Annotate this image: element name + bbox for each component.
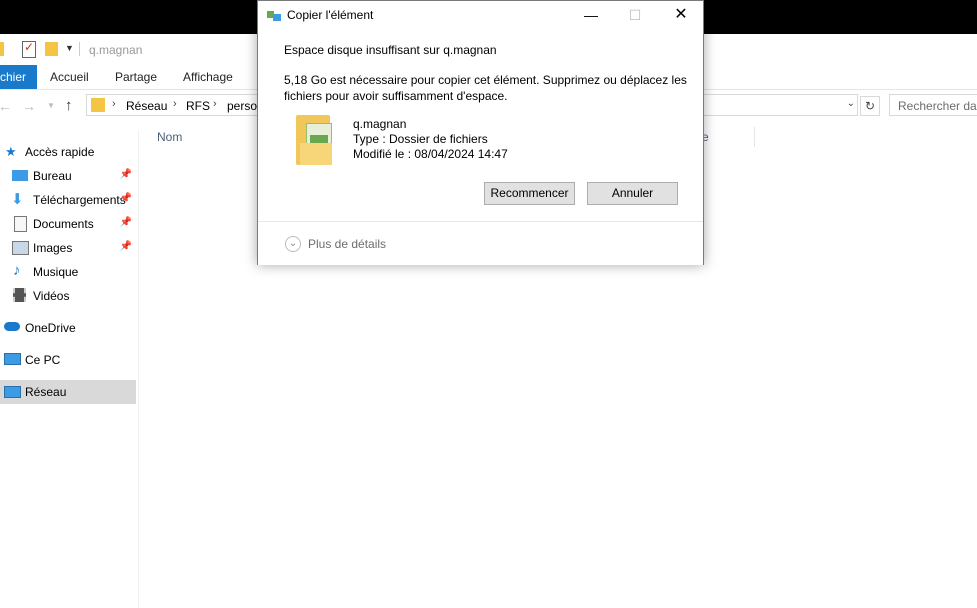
tab-affichage[interactable]: Affichage [183,70,233,84]
computer-icon [4,353,21,365]
recent-locations-icon[interactable]: ▼ [47,101,55,110]
item-name: q.magnan [353,117,407,131]
sidebar-item-telechargements[interactable]: ⬇ Téléchargements 📌 [0,189,136,211]
cloud-icon [4,322,20,331]
search-input[interactable]: Rechercher dan [889,94,977,116]
column-header-name[interactable]: Nom [157,130,182,144]
copy-dialog: Copier l'élément — ☐ ✕ Espace disque ins… [257,0,704,265]
chevron-right-icon: › [213,98,217,110]
sidebar-item-ce-pc[interactable]: Ce PC [0,349,136,371]
navigation-pane: ★ Accès rapide Bureau 📌 ⬇ Téléchargement… [0,130,139,608]
minimize-button[interactable]: — [568,1,614,29]
expand-details-button[interactable]: ⌄ [285,236,301,252]
pictures-icon [12,241,29,255]
film-icon [13,288,26,302]
chevron-down-icon[interactable]: ⌄ [847,98,855,109]
dialog-message-line2: fichiers pour avoir suffisamment d'espac… [284,89,508,103]
sidebar-item-images[interactable]: Images 📌 [0,237,136,259]
dialog-message-line1: 5,18 Go est nécessaire pour copier cet é… [284,73,687,87]
close-button[interactable]: ✕ [658,1,704,29]
breadcrumb-perso[interactable]: perso [227,99,257,113]
sidebar-item-label: Documents [33,217,94,231]
item-type: Type : Dossier de fichiers [353,132,488,146]
tab-accueil[interactable]: Accueil [50,70,89,84]
customize-toolbar-icon[interactable]: ▼ [65,43,74,53]
pin-icon[interactable]: 📌 [120,193,132,204]
sidebar-item-label: Accès rapide [25,145,95,159]
maximize-button: ☐ [628,7,642,23]
chevron-right-icon: › [112,98,116,110]
breadcrumb-rfs[interactable]: RFS [186,99,210,113]
sidebar-item-label: Réseau [25,385,67,399]
pin-icon[interactable]: 📌 [120,169,132,180]
dialog-heading: Espace disque insuffisant sur q.magnan [284,43,497,57]
dialog-title: Copier l'élément [287,8,374,22]
sidebar-item-label: OneDrive [25,321,76,335]
sidebar-item-videos[interactable]: Vidéos [0,285,136,307]
details-bar: ⌄ Plus de détails [258,221,703,265]
forward-button[interactable]: → [22,98,36,114]
back-button[interactable]: ← [0,98,12,114]
cancel-button[interactable]: Annuler [587,182,678,205]
breadcrumb-reseau[interactable]: Réseau [126,99,167,113]
pin-icon[interactable]: 📌 [120,217,132,228]
chevron-right-icon: › [173,98,177,110]
separator [79,42,80,56]
more-details-label[interactable]: Plus de détails [308,237,386,251]
refresh-button[interactable]: ↻ [860,96,880,116]
copy-icon [267,11,281,21]
folder-thumbnail-icon [296,113,338,167]
network-icon [4,386,21,398]
sidebar-item-label: Vidéos [33,289,70,303]
desktop-icon [12,170,28,181]
pin-icon[interactable]: 📌 [120,241,132,252]
music-note-icon: ♪ [13,262,21,279]
document-icon [14,216,27,232]
window-path-text: q.magnan [89,43,143,57]
retry-button[interactable]: Recommencer [484,182,575,205]
column-divider[interactable] [754,127,755,147]
download-arrow-icon: ⬇ [11,191,24,208]
new-folder-icon[interactable] [45,42,58,56]
sidebar-item-label: Images [33,241,73,255]
folder-icon [91,98,105,112]
sidebar-item-musique[interactable]: ♪ Musique [0,261,136,283]
sidebar-item-onedrive[interactable]: OneDrive [0,317,136,339]
sidebar-item-acces-rapide[interactable]: ★ Accès rapide [0,141,136,163]
sidebar-item-label: Bureau [33,169,72,183]
folder-icon[interactable] [0,42,4,56]
tab-fichier[interactable]: chier [0,65,37,89]
item-modified: Modifié le : 08/04/2024 14:47 [353,147,508,161]
sidebar-item-reseau[interactable]: Réseau [0,380,136,404]
sidebar-item-bureau[interactable]: Bureau 📌 [0,165,136,187]
sidebar-item-documents[interactable]: Documents 📌 [0,213,136,235]
tab-partage[interactable]: Partage [115,70,157,84]
sidebar-item-label: Téléchargements [33,193,126,207]
properties-icon[interactable]: ✓ [22,40,36,58]
sidebar-item-label: Ce PC [25,353,61,367]
sidebar-item-label: Musique [33,265,79,279]
star-icon: ★ [5,144,17,159]
up-button[interactable]: ↑ [65,97,73,114]
